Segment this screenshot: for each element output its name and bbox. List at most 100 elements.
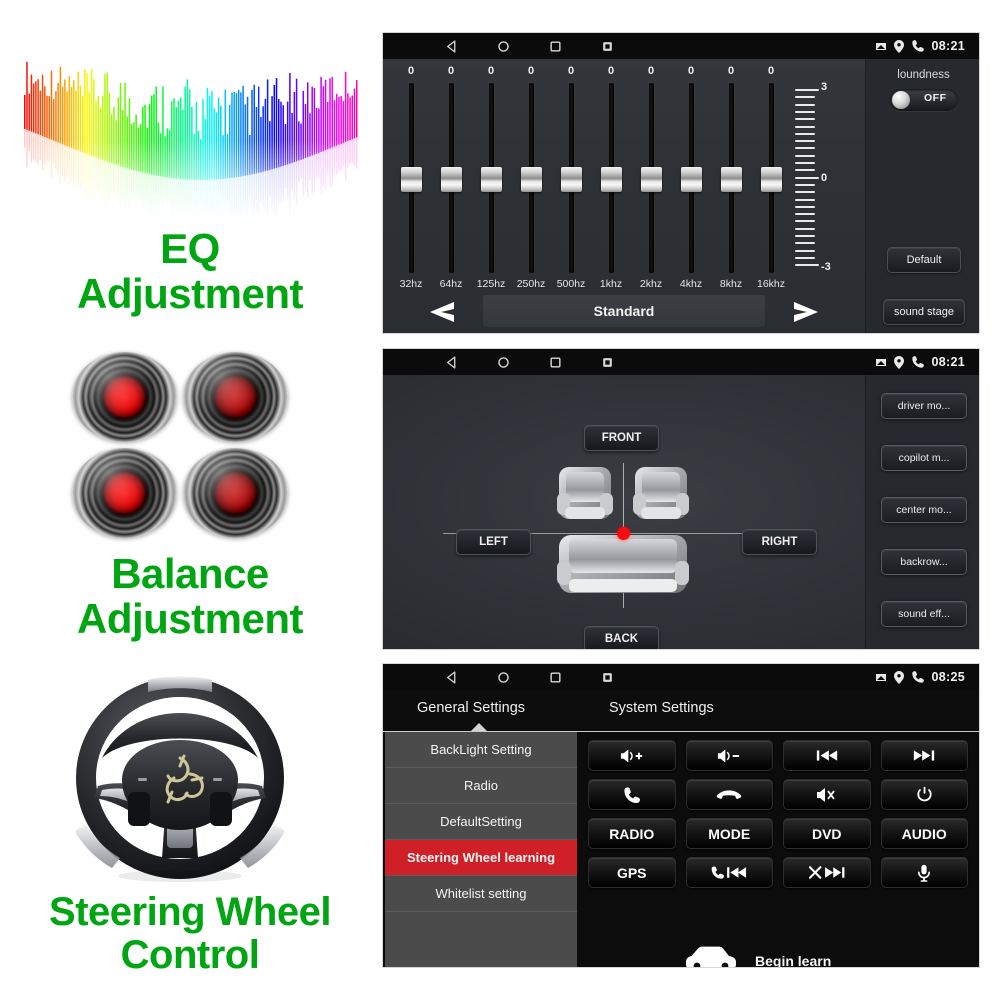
settings-tabbar: General Settings System Settings — [383, 690, 979, 732]
balance-status-icons: 08:21 — [875, 349, 965, 375]
shuffle-next-key[interactable] — [783, 857, 871, 888]
balance-position-dot[interactable] — [617, 527, 630, 540]
recents-icon[interactable] — [529, 356, 581, 369]
eq-status-bar: 08:21 — [383, 33, 979, 59]
sound-effect-button[interactable]: sound eff... — [881, 601, 967, 627]
location-icon — [893, 39, 904, 53]
eq-slider-4khz[interactable] — [671, 83, 711, 273]
balance-back-button[interactable]: BACK — [584, 626, 659, 649]
dvd-key[interactable]: DVD — [783, 818, 871, 849]
mode-key[interactable]: MODE — [685, 818, 773, 849]
phone-icon — [911, 39, 925, 53]
eq-scale-tick — [795, 96, 815, 99]
home-icon[interactable] — [477, 356, 529, 369]
balance-adjustment-screenshot: 08:21 FRONT BACK LEFT RIGHT driver mo...… — [382, 348, 980, 650]
apps-icon[interactable] — [581, 671, 633, 684]
eq-value-64hz: 0 — [447, 65, 455, 77]
gps-key[interactable]: GPS — [588, 857, 676, 888]
eq-knob[interactable] — [480, 167, 502, 192]
menu-item-radio[interactable]: Radio — [385, 768, 577, 804]
phone-icon — [911, 670, 925, 684]
answer-call-key[interactable] — [588, 779, 676, 810]
previous-preset-button[interactable] — [411, 295, 471, 329]
volume-up-key[interactable] — [588, 740, 676, 771]
eq-knob[interactable] — [440, 167, 462, 192]
volume-down-key[interactable] — [685, 740, 773, 771]
eq-knob[interactable] — [720, 167, 742, 192]
eq-knob[interactable] — [520, 167, 542, 192]
eq-slider-125hz[interactable] — [471, 83, 511, 273]
home-icon[interactable] — [477, 671, 529, 684]
eq-value-4khz: 0 — [687, 65, 695, 77]
menu-item-backlight-setting[interactable]: BackLight Setting — [385, 732, 577, 768]
driver-mode-button[interactable]: driver mo... — [881, 393, 967, 419]
menu-item-whitelist-setting[interactable]: Whitelist setting — [385, 876, 577, 912]
audio-key[interactable]: AUDIO — [880, 818, 968, 849]
eq-default-button[interactable]: Default — [887, 247, 961, 273]
swc-body: General Settings System Settings BackLig… — [383, 690, 979, 967]
tab-system-settings[interactable]: System Settings — [609, 700, 714, 716]
feature-label-balance-line2: Adjustment — [77, 595, 304, 643]
next-preset-button[interactable] — [777, 295, 837, 329]
swc-clock: 08:25 — [931, 670, 965, 684]
volume-plus-icon — [620, 749, 642, 762]
eq-slider-1khz[interactable] — [591, 83, 631, 273]
eq-knob[interactable] — [760, 167, 782, 192]
mute-key[interactable] — [783, 779, 871, 810]
eq-knob[interactable] — [600, 167, 622, 192]
eq-scale-tick — [795, 235, 815, 237]
volume-mute-icon — [816, 787, 835, 802]
eq-scale-tick — [795, 162, 815, 164]
back-icon[interactable] — [425, 355, 477, 369]
back-icon[interactable] — [425, 670, 477, 684]
eq-slider-8khz[interactable] — [711, 83, 751, 273]
hangup-call-key[interactable] — [685, 779, 773, 810]
location-icon — [893, 670, 904, 684]
speakers-illustration — [72, 352, 288, 538]
eq-slider-16khz[interactable] — [751, 83, 791, 273]
phone-prev-key[interactable] — [685, 857, 773, 888]
menu-item-default-setting[interactable]: DefaultSetting — [385, 804, 577, 840]
begin-learn-row[interactable]: Begin learn — [683, 945, 831, 967]
balance-main-area: FRONT BACK LEFT RIGHT — [383, 375, 865, 649]
eq-slider-2khz[interactable] — [631, 83, 671, 273]
back-icon[interactable] — [425, 39, 477, 53]
previous-track-key[interactable] — [783, 740, 871, 771]
radio-key[interactable]: RADIO — [588, 818, 676, 849]
tab-general-settings[interactable]: General Settings — [417, 700, 525, 716]
apps-icon[interactable] — [581, 40, 633, 53]
eq-sound-stage-button[interactable]: sound stage — [883, 299, 965, 325]
eq-scale-top: 3 — [821, 81, 828, 93]
balance-right-button[interactable]: RIGHT — [742, 529, 817, 555]
feature-label-steering-wheel: Steering Wheel Control — [0, 890, 380, 977]
balance-status-bar: 08:21 — [383, 349, 979, 375]
eq-slider-250hz[interactable] — [511, 83, 551, 273]
recents-icon[interactable] — [529, 671, 581, 684]
eq-scale-tick — [795, 118, 815, 121]
center-mode-button[interactable]: center mo... — [881, 497, 967, 523]
eq-slider-32hz[interactable] — [391, 83, 431, 273]
eq-slider-500hz[interactable] — [551, 83, 591, 273]
backrow-mode-button[interactable]: backrow... — [881, 549, 967, 575]
eq-adjustment-screenshot: 08:21 0 0 0 0 0 0 0 0 0 0 3 0 -3 32hz 64… — [382, 32, 980, 334]
eq-scale-tick — [795, 125, 815, 128]
eq-scale-tick — [795, 256, 815, 259]
voice-key[interactable] — [880, 857, 968, 888]
copilot-mode-button[interactable]: copilot m... — [881, 445, 967, 471]
balance-left-button[interactable]: LEFT — [456, 529, 531, 555]
eq-knob[interactable] — [560, 167, 582, 192]
eq-knob[interactable] — [640, 167, 662, 192]
next-icon — [914, 750, 935, 761]
eq-slider-64hz[interactable] — [431, 83, 471, 273]
home-icon[interactable] — [477, 40, 529, 53]
loudness-toggle[interactable]: OFF — [889, 89, 958, 111]
menu-item-steering-wheel-learning[interactable]: Steering Wheel learning — [385, 840, 577, 876]
eq-knob[interactable] — [680, 167, 702, 192]
eq-preset-name[interactable]: Standard — [483, 295, 765, 327]
recents-icon[interactable] — [529, 40, 581, 53]
balance-front-button[interactable]: FRONT — [584, 425, 659, 451]
apps-icon[interactable] — [581, 356, 633, 369]
power-key[interactable] — [880, 779, 968, 810]
next-track-key[interactable] — [880, 740, 968, 771]
eq-knob[interactable] — [400, 167, 422, 192]
